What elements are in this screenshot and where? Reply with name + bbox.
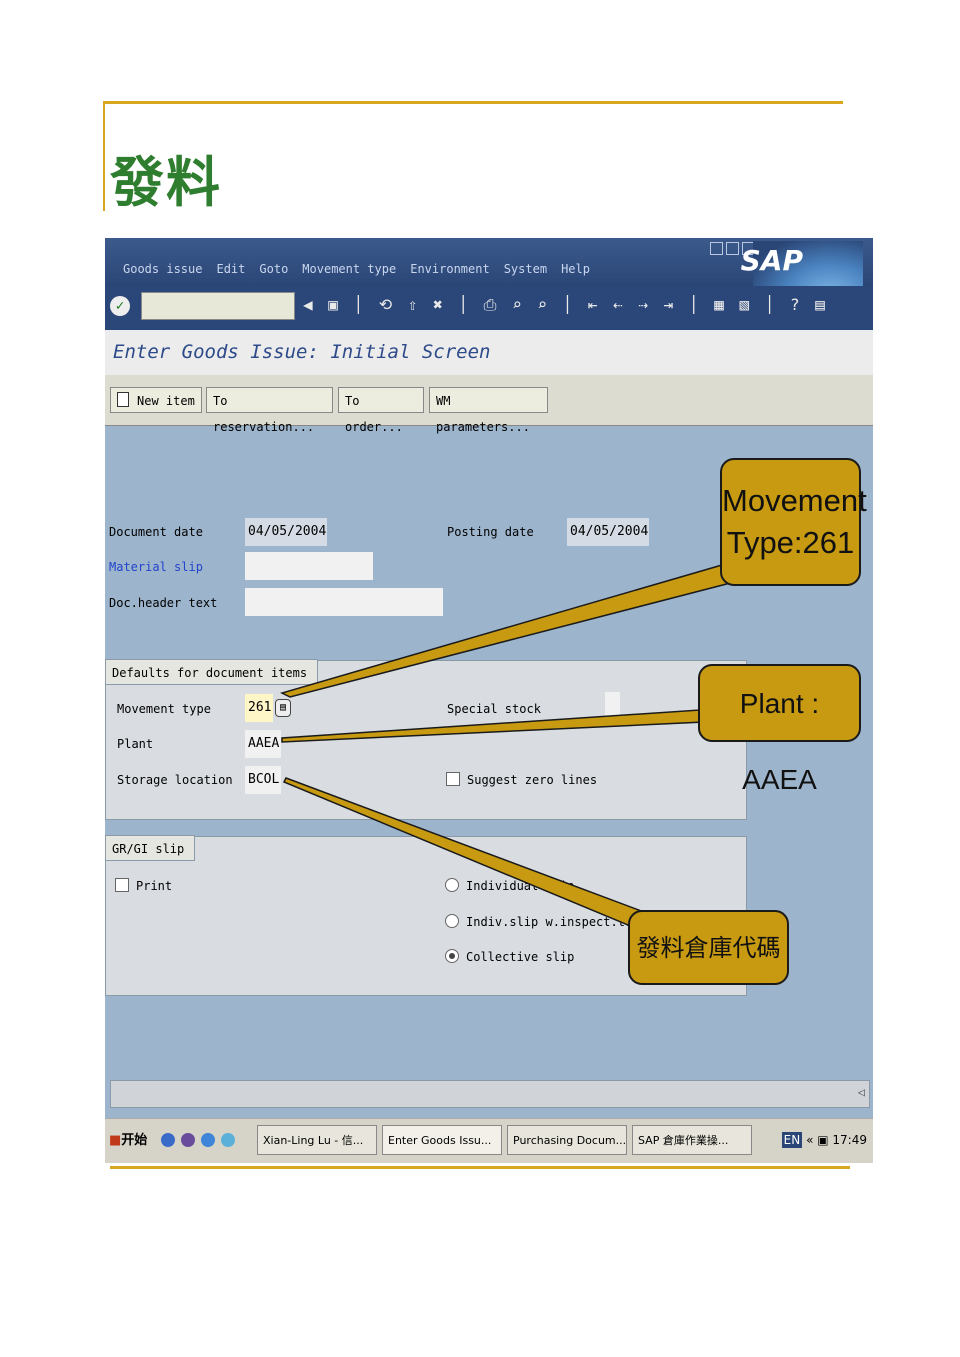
storage-arrow [282,777,654,931]
slide-bottom-rule [110,1166,850,1169]
plant-callout: Plant : AAEA [698,664,861,795]
plant-arrow [281,709,706,743]
movement-type-arrow [279,564,744,698]
movement-type-callout: Movement Type:261 [720,458,867,586]
storage-callout: 發料倉庫代碼 [628,910,789,985]
